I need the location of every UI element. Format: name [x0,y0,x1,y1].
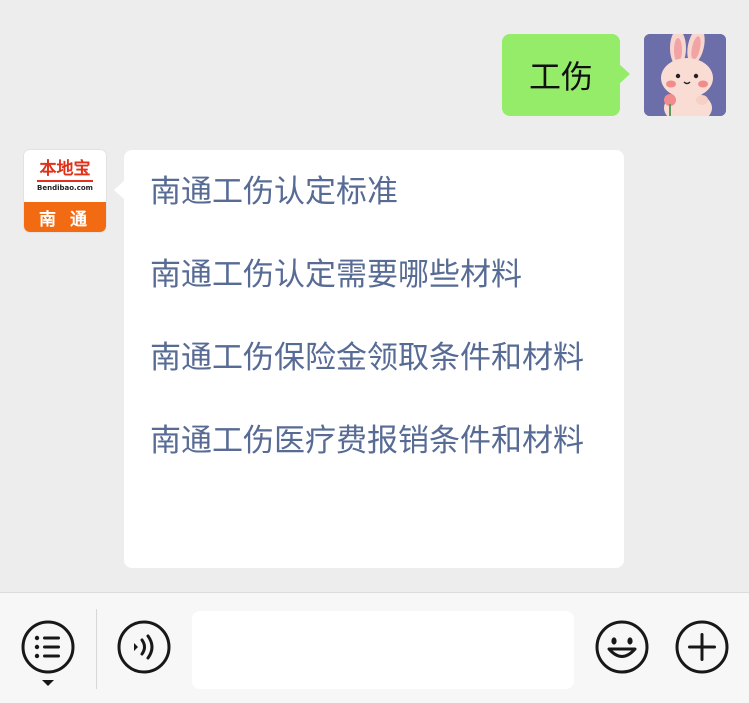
menu-list-button[interactable] [20,619,76,689]
link-insurance-payout-conditions[interactable]: 南通工伤保险金领取条件和材料 [150,336,598,380]
brand-underline [37,180,93,182]
more-button[interactable] [674,619,730,675]
brand-domain: Bendibao.com [37,184,93,192]
bot-avatar[interactable]: 本地宝 Bendibao.com 南 通 [24,150,106,232]
bunny-avatar-icon [644,34,726,116]
city-label: 南 通 [24,202,106,232]
link-injury-recognition-materials[interactable]: 南通工伤认定需要哪些材料 [150,253,598,297]
emoji-button[interactable] [594,619,650,675]
link-medical-reimbursement-conditions[interactable]: 南通工伤医疗费报销条件和材料 [150,419,598,463]
link-injury-recognition-standard[interactable]: 南通工伤认定标准 [150,170,598,214]
brand-logo-text: 本地宝 [39,159,91,179]
chat-area: 工伤 本地宝 Bendibao.com 南 通 南通工伤认定标准 南通工伤认定需… [0,0,749,592]
input-bar [0,592,749,703]
outgoing-message-text: 工伤 [528,58,593,96]
outgoing-message-bubble[interactable]: 工伤 [502,34,630,116]
logo-top: 本地宝 Bendibao.com [24,150,106,202]
emoji-icon [595,620,649,674]
bar-divider [96,609,97,689]
user-avatar[interactable] [644,34,726,116]
incoming-message-bubble: 南通工伤认定标准 南通工伤认定需要哪些材料 南通工伤保险金领取条件和材料 南通工… [114,150,624,568]
menu-list-icon [21,620,75,686]
message-input[interactable] [192,611,574,689]
voice-icon [117,620,171,674]
plus-icon [675,620,729,674]
voice-button[interactable] [116,619,172,675]
